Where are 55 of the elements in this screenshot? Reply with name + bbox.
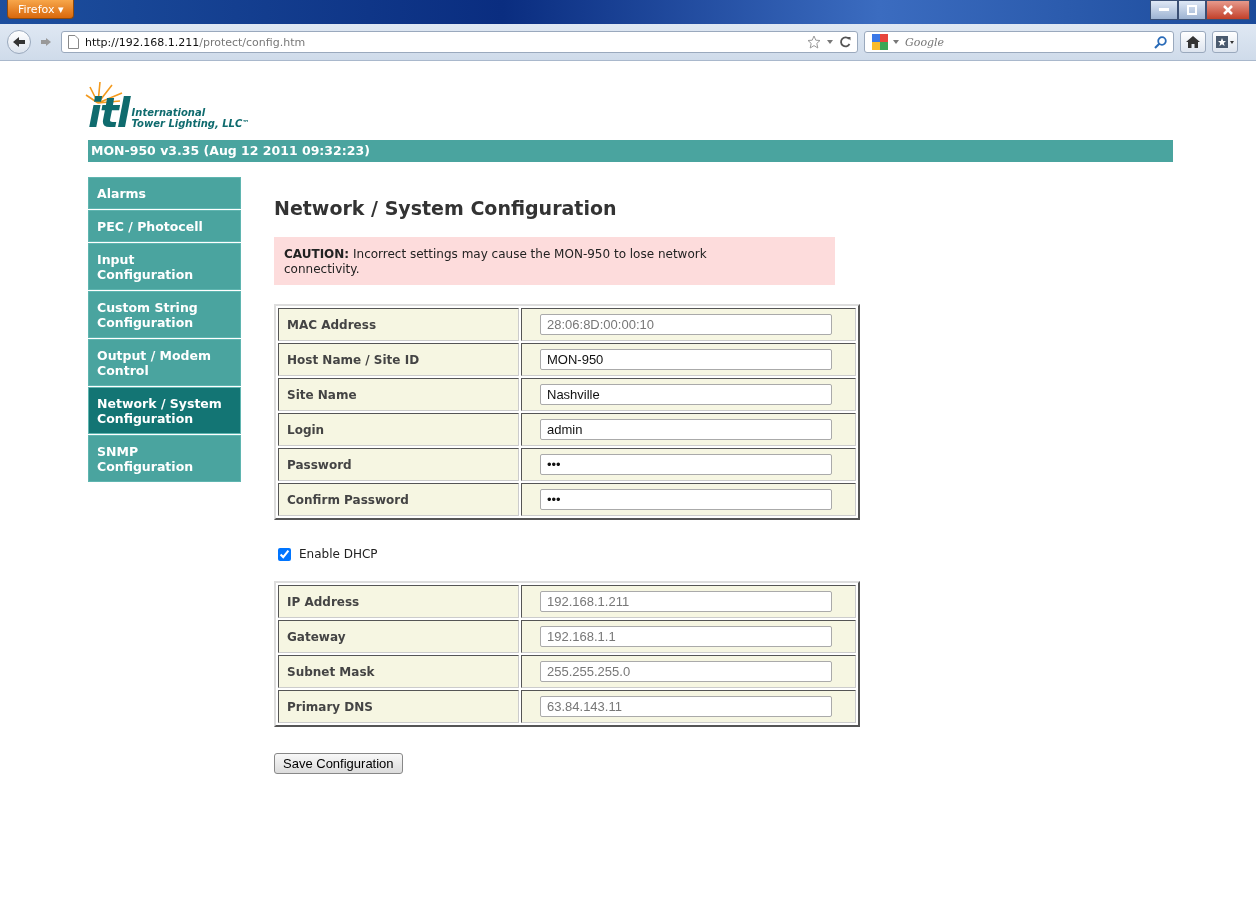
input-field[interactable]: MON-950	[540, 349, 832, 370]
minimize-icon	[1159, 8, 1169, 12]
minimize-button[interactable]	[1150, 0, 1178, 20]
field-label: Confirm Password	[278, 483, 519, 516]
search-bar[interactable]: Google	[864, 31, 1174, 53]
forward-arrow-icon	[40, 37, 52, 47]
sidebar-item[interactable]: SNMP Configuration	[88, 435, 241, 482]
back-arrow-icon	[12, 36, 26, 48]
search-icon[interactable]	[1154, 35, 1167, 49]
home-icon	[1186, 36, 1200, 48]
home-button[interactable]	[1180, 31, 1206, 53]
bookmarks-button[interactable]	[1212, 31, 1238, 53]
firefox-menu-button[interactable]: Firefox ▾	[7, 0, 75, 19]
logo-mark: itl	[88, 95, 129, 131]
caution-message: CAUTION: Incorrect settings may cause the MON-950 to lose network connectivity.	[274, 237, 835, 285]
restore-button[interactable]	[1178, 0, 1206, 20]
field-label: Host Name / Site ID	[278, 343, 519, 376]
field-label: Subnet Mask	[278, 655, 519, 688]
logo-text: International	[131, 107, 207, 118]
close-icon	[1223, 5, 1233, 15]
field-label: IP Address	[278, 585, 519, 618]
dropdown-icon[interactable]	[893, 40, 899, 44]
input-field[interactable]: admin	[540, 419, 832, 440]
restore-icon	[1187, 5, 1197, 15]
input-field[interactable]: Nashville	[540, 384, 832, 405]
field-label: Gateway	[278, 620, 519, 653]
input-field[interactable]: •••	[540, 489, 832, 510]
sidebar-item[interactable]: PEC / Photocell	[88, 210, 241, 242]
field-label: Login	[278, 413, 519, 446]
sidebar-item[interactable]: Output / Modem Control	[88, 339, 241, 386]
search-field[interactable]: Google	[903, 34, 1150, 50]
close-button[interactable]	[1206, 0, 1250, 20]
bookmarks-icon	[1216, 36, 1234, 48]
address-bar[interactable]: http://192.168.1.211/protect/config.htm	[61, 31, 858, 53]
sidebar-item[interactable]: Input Configuration	[88, 243, 241, 290]
sidebar-item[interactable]: Alarms	[88, 177, 241, 209]
device-header: MON-950 v3.35 (Aug 12 2011 09:32:23)	[88, 140, 1173, 162]
input-field[interactable]: •••	[540, 454, 832, 475]
dropdown-icon[interactable]	[827, 40, 833, 44]
sidebar-item[interactable]: Custom String Configuration	[88, 291, 241, 338]
field-label: MAC Address	[278, 308, 519, 341]
page-title: Network / System Configuration	[274, 197, 618, 219]
url-text: http://192.168.1.211/protect/config.htm	[85, 35, 306, 49]
field-label: Site Name	[278, 378, 519, 411]
save-button[interactable]: Save Configuration	[274, 753, 403, 774]
sidebar-item[interactable]: Network / System Configuration	[88, 387, 241, 434]
checkbox-label: Enable DHCP	[299, 547, 378, 561]
field-label: Password	[278, 448, 519, 481]
field-label: Primary DNS	[278, 690, 519, 723]
back-button[interactable]	[7, 30, 31, 54]
search-engine-icon	[871, 33, 889, 51]
page-icon	[68, 35, 79, 49]
star-icon[interactable]	[807, 35, 821, 49]
dhcp-checkbox[interactable]	[278, 547, 291, 561]
reload-icon[interactable]	[839, 36, 851, 48]
